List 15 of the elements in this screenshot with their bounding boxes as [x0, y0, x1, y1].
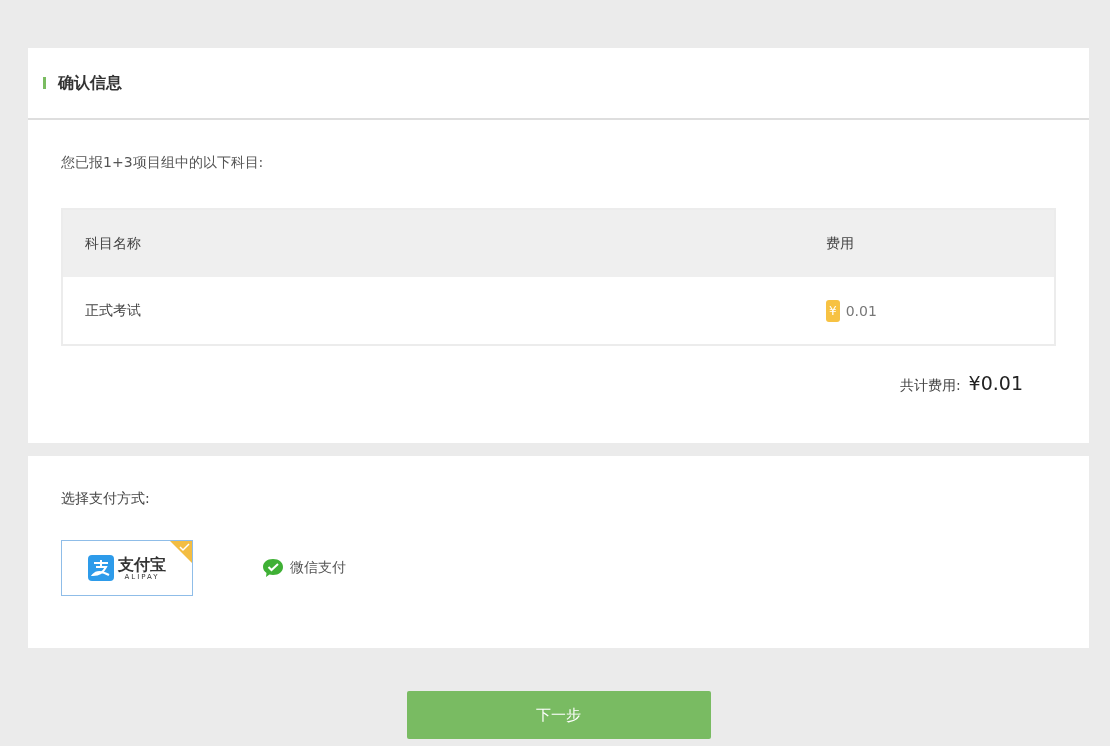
intro-text: 您已报1+3项目组中的以下科目:: [61, 154, 265, 172]
section-title: 确认信息: [58, 72, 122, 94]
column-header: 科目名称: [85, 234, 142, 253]
column-header: 费用: [826, 234, 855, 253]
wechat-pay-option[interactable]: 微信支付: [253, 549, 355, 587]
fee-amount: 0.01: [845, 302, 877, 319]
alipay-name: 支付宝: [118, 555, 166, 573]
total-label: 共计费用:: [899, 377, 961, 395]
wechat-pay-icon: [262, 558, 284, 578]
accent-bar: [43, 77, 46, 89]
table-cell-text: 正式考试: [85, 301, 142, 320]
total-amount: ¥0.01: [968, 372, 1023, 394]
alipay-logo-icon: [88, 555, 114, 581]
currency-badge: ¥: [826, 299, 840, 322]
payment-label: 选择支付方式:: [61, 490, 151, 508]
